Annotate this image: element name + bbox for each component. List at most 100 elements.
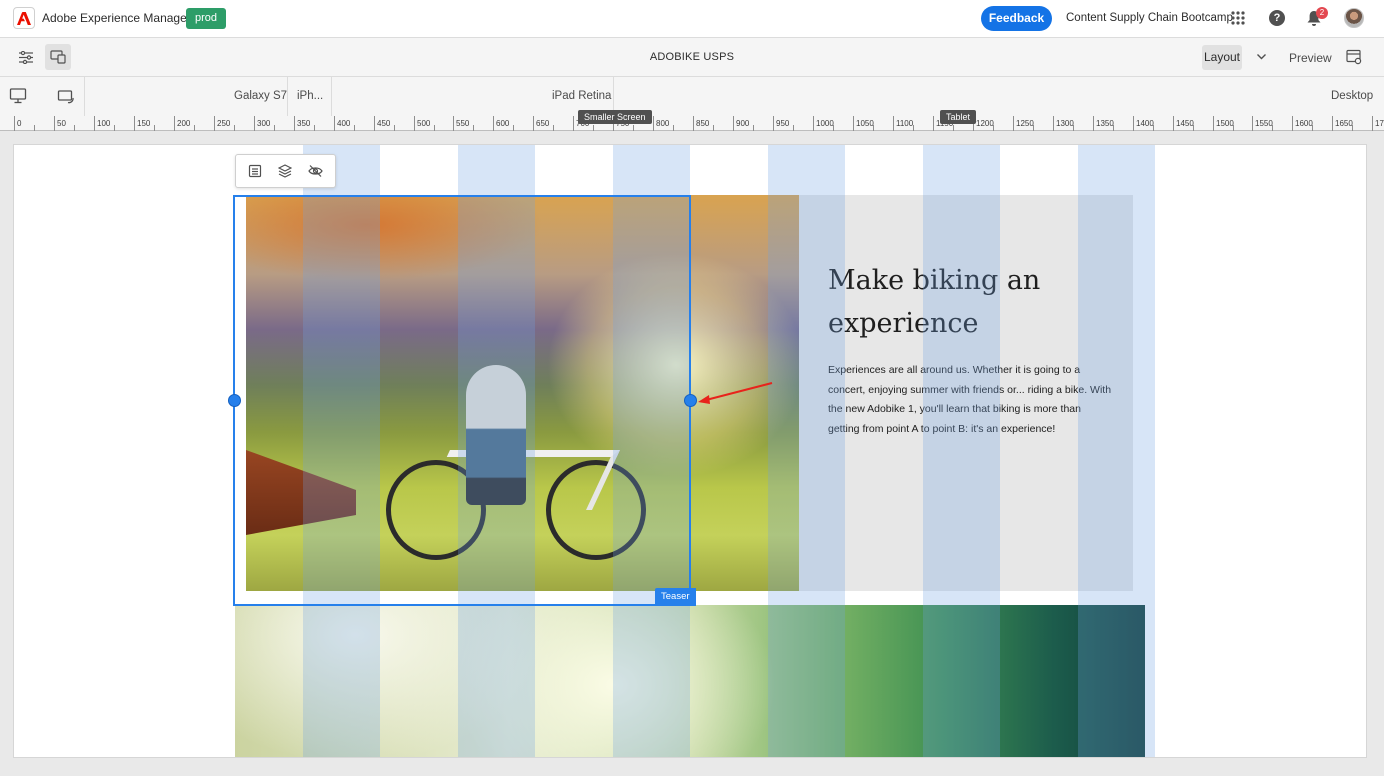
- ruler-tick: [713, 125, 714, 131]
- environment-badge: prod: [186, 8, 227, 29]
- shell-header: Adobe Experience Manager prod Feedback C…: [0, 0, 1384, 38]
- ruler-tick-label: 250: [217, 119, 231, 128]
- annotation-arrow-icon: [698, 382, 773, 404]
- parent-icon: [249, 164, 262, 178]
- emulator-divider: [331, 77, 332, 116]
- ruler-tick: [653, 116, 654, 131]
- ruler-tick: [1252, 116, 1253, 131]
- device-ipad-retina[interactable]: iPad Retina: [552, 90, 611, 102]
- resize-handle-left[interactable]: [228, 394, 241, 407]
- emulator-bar: Galaxy S7 iPh... iPad Retina Desktop: [0, 77, 1384, 116]
- org-switcher[interactable]: Content Supply Chain Bootcamp: [1066, 12, 1233, 24]
- ruler-tick: [1372, 116, 1373, 131]
- feedback-button[interactable]: Feedback: [981, 6, 1052, 31]
- avatar[interactable]: [1344, 8, 1364, 28]
- page-title: ADOBIKE USPS: [649, 51, 735, 63]
- ruler-tick: [533, 116, 534, 131]
- app-title[interactable]: Adobe Experience Manager: [42, 11, 191, 25]
- ruler-tick: [1013, 116, 1014, 131]
- ruler-tick: [274, 125, 275, 131]
- ruler-tick: [773, 116, 774, 131]
- ruler-tick-label: 200: [177, 119, 191, 128]
- ruler-tick: [434, 125, 435, 131]
- emulator-ruler[interactable]: 0501001502002503003504004505005506006507…: [0, 116, 1384, 131]
- ruler-tick-label: 650: [536, 119, 550, 128]
- emulator-divider: [287, 77, 288, 116]
- ruler-tick-label: 50: [57, 119, 66, 128]
- ruler-tick: [74, 125, 75, 131]
- ruler-tick-label: 1400: [1136, 119, 1154, 128]
- ruler-tick: [753, 125, 754, 131]
- mode-selector-layout[interactable]: Layout: [1202, 45, 1242, 70]
- ruler-tick-label: 1100: [896, 119, 914, 128]
- ruler-tick: [94, 116, 95, 131]
- ruler-tick: [14, 116, 15, 131]
- page-canvas: Make biking an experience Experiences ar…: [14, 145, 1366, 757]
- ruler-tick: [114, 125, 115, 131]
- teaser-headline[interactable]: Make biking an experience: [828, 259, 1068, 345]
- ruler-tick: [1133, 116, 1134, 131]
- emulator-divider: [84, 77, 85, 116]
- ruler-tick: [933, 116, 934, 131]
- hide-component-button[interactable]: [305, 160, 327, 182]
- ruler-tick-label: 0: [17, 119, 22, 128]
- ruler-tick: [673, 125, 674, 131]
- hero-image-2[interactable]: [235, 605, 1145, 757]
- ruler-tick: [1292, 116, 1293, 131]
- ruler-tick: [374, 116, 375, 131]
- ruler-tick-label: 1250: [1016, 119, 1034, 128]
- select-parent-button[interactable]: [244, 160, 266, 182]
- ruler-tick-label: 1600: [1295, 119, 1313, 128]
- ruler-tick: [593, 125, 594, 131]
- ruler-tick-label: 1500: [1216, 119, 1234, 128]
- ruler-tick: [1213, 116, 1214, 131]
- chevron-down-icon[interactable]: [1256, 51, 1267, 62]
- ruler-tick-label: 150: [137, 119, 151, 128]
- ruler-tick-label: 600: [496, 119, 510, 128]
- device-desktop[interactable]: Desktop: [1331, 90, 1373, 102]
- ruler-tick-label: 1450: [1176, 119, 1194, 128]
- ruler-tick: [1332, 116, 1333, 131]
- apps-grid-icon[interactable]: [1231, 11, 1245, 25]
- ruler-tick: [453, 116, 454, 131]
- rotate-device-icon[interactable]: [57, 87, 75, 105]
- rider-shape: [466, 365, 526, 505]
- ruler-tick-label: 1050: [856, 119, 874, 128]
- ruler-tick-label: 350: [297, 119, 311, 128]
- ruler-tick: [154, 125, 155, 131]
- ruler-tick-label: 450: [377, 119, 391, 128]
- ruler-tick: [254, 116, 255, 131]
- device-iphone[interactable]: iPh...: [297, 90, 323, 102]
- component-toolbar: [235, 154, 336, 188]
- ruler-tick: [493, 116, 494, 131]
- teaser-description[interactable]: Experiences are all around us. Whether i…: [828, 361, 1113, 439]
- device-galaxy-s7[interactable]: Galaxy S7: [234, 90, 287, 102]
- ruler-tick: [54, 116, 55, 131]
- ruler-tick: [1053, 116, 1054, 131]
- ruler-tick: [1173, 116, 1174, 131]
- ruler-tick-label: 1550: [1255, 119, 1273, 128]
- ruler-tick: [134, 116, 135, 131]
- ruler-tick-label: 550: [456, 119, 470, 128]
- ruler-tick: [174, 116, 175, 131]
- help-icon[interactable]: ?: [1269, 10, 1285, 26]
- layers-button[interactable]: [274, 160, 296, 182]
- desktop-icon[interactable]: [9, 87, 27, 105]
- ruler-tick-label: 400: [337, 119, 351, 128]
- ruler-tick: [354, 125, 355, 131]
- ruler-tick-label: 500: [417, 119, 431, 128]
- breakpoint-marker-tablet[interactable]: Tablet: [940, 110, 977, 124]
- ruler-tick: [573, 116, 574, 131]
- preview-button[interactable]: Preview: [1289, 51, 1332, 65]
- page-settings-icon[interactable]: [1346, 49, 1362, 65]
- layers-icon: [278, 164, 293, 178]
- ruler-tick: [214, 116, 215, 131]
- ruler-tick-label: 900: [736, 119, 750, 128]
- breakpoint-marker-smaller-screen[interactable]: Smaller Screen: [578, 110, 652, 124]
- ruler-tick-label: 850: [696, 119, 710, 128]
- adobe-logo-icon[interactable]: [13, 7, 35, 29]
- ruler-tick: [314, 125, 315, 131]
- ruler-tick: [813, 116, 814, 131]
- ruler-tick: [414, 116, 415, 131]
- ruler-tick-label: 1650: [1335, 119, 1353, 128]
